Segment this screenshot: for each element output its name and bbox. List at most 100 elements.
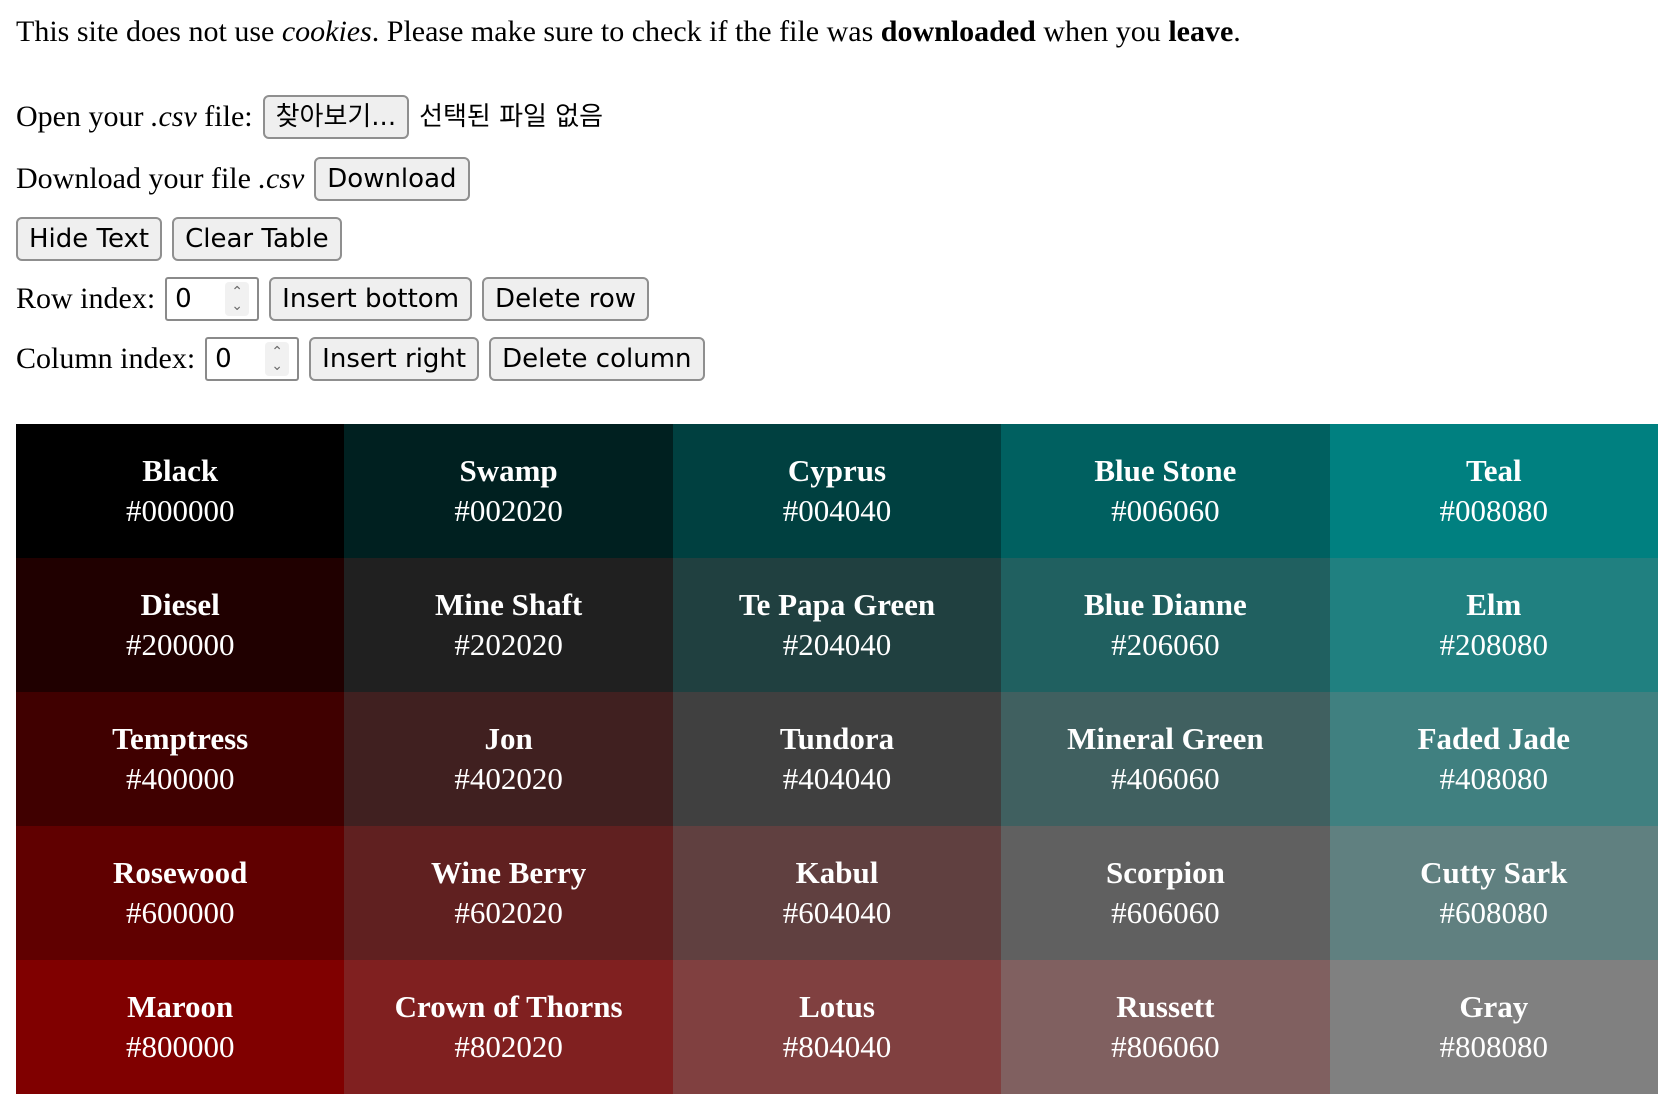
table-cell[interactable]: Rosewood #600000 (16, 826, 345, 960)
table-cell[interactable]: Kabul #604040 (672, 826, 1002, 960)
color-name: Tundora (779, 721, 895, 756)
color-hex: #204040 (782, 627, 892, 662)
column-index-label: Column index: (16, 342, 196, 375)
table-cell[interactable]: Lotus #804040 (672, 960, 1002, 1094)
chevron-up-icon[interactable]: ⌃ (271, 345, 283, 359)
color-name: Elm (1466, 587, 1522, 622)
column-index-stepper[interactable]: ⌃ ⌄ (265, 342, 290, 376)
delete-row-button[interactable]: Delete row (482, 277, 650, 321)
table-cell[interactable]: Mine Shaft #202020 (344, 558, 673, 692)
browse-file-button[interactable]: 찾아보기... (262, 95, 410, 139)
color-name: Cutty Sark (1420, 855, 1568, 890)
open-file-label: Open your .csv file: (16, 100, 253, 133)
row-index-row: Row index: 0 ⌃ ⌄ Insert bottom Delete row (16, 276, 1658, 322)
color-name: Jon (484, 721, 533, 756)
color-hex: #206060 (1111, 627, 1220, 662)
color-hex: #404040 (782, 761, 892, 796)
notice-text: . (1233, 15, 1241, 48)
color-hex: #806060 (1111, 1029, 1220, 1064)
color-hex: #800000 (125, 1029, 235, 1064)
delete-column-button[interactable]: Delete column (489, 337, 705, 381)
file-status: 선택된 파일 없음 (419, 102, 604, 132)
table-cell[interactable]: Diesel #200000 (16, 558, 345, 692)
download-button[interactable]: Download (314, 157, 470, 201)
column-index-value: 0 (215, 344, 232, 374)
table-cell[interactable]: Black #000000 (16, 424, 345, 558)
table-cell[interactable]: Russett #806060 (1001, 960, 1330, 1094)
table-cell[interactable]: Swamp #002020 (344, 424, 673, 558)
color-hex: #608080 (1439, 895, 1549, 930)
color-table: Black #000000 Swamp #002020 Cyprus #004040 Blu… (16, 424, 1658, 1094)
table-cell[interactable]: Wine Berry #602020 (344, 826, 673, 960)
color-hex: #408080 (1439, 761, 1549, 796)
color-name: Temptress (112, 721, 249, 756)
color-name: Wine Berry (430, 855, 587, 890)
color-name: Mineral Green (1067, 721, 1264, 756)
cookie-notice: This site does not use cookies. Please m… (16, 15, 1658, 49)
table-cell[interactable]: Gray #808080 (1329, 960, 1658, 1094)
notice-leave: leave (1168, 15, 1234, 48)
color-hex: #400000 (125, 761, 235, 796)
notice-cookies: cookies (281, 15, 372, 48)
color-hex: #604040 (782, 895, 892, 930)
chevron-down-icon[interactable]: ⌄ (271, 359, 283, 373)
table-cell[interactable]: Scorpion #606060 (1001, 826, 1330, 960)
row-index-value: 0 (175, 284, 192, 314)
notice-text: when you (1035, 15, 1169, 48)
color-name: Scorpion (1105, 855, 1225, 890)
color-hex: #808080 (1439, 1029, 1549, 1064)
table-cell[interactable]: Teal #008080 (1329, 424, 1658, 558)
color-name: Mine Shaft (434, 587, 583, 622)
color-hex: #006060 (1111, 493, 1220, 528)
color-name: Diesel (140, 587, 220, 622)
table-cell[interactable]: Cyprus #004040 (672, 424, 1002, 558)
color-name: Russett (1116, 989, 1215, 1024)
table-cell[interactable]: Te Papa Green #204040 (672, 558, 1002, 692)
table-cell[interactable]: Maroon #800000 (16, 960, 345, 1094)
column-index-row: Column index: 0 ⌃ ⌄ Insert right Delete c… (16, 336, 1658, 382)
color-name: Maroon (127, 989, 234, 1024)
column-index-input[interactable]: 0 ⌃ ⌄ (205, 337, 300, 381)
color-name: Lotus (799, 989, 875, 1024)
table-cell[interactable]: Cutty Sark #608080 (1329, 826, 1658, 960)
color-name: Blue Stone (1094, 453, 1237, 488)
color-hex: #402020 (454, 761, 563, 796)
table-cell[interactable]: Blue Dianne #206060 (1001, 558, 1330, 692)
color-name: Cyprus (787, 453, 887, 488)
color-hex: #000000 (125, 493, 235, 528)
row-index-stepper[interactable]: ⌃ ⌄ (225, 282, 250, 316)
hide-text-button[interactable]: Hide Text (16, 217, 163, 261)
table-cell[interactable]: Jon #402020 (344, 692, 673, 826)
clear-table-button[interactable]: Clear Table (172, 217, 342, 261)
table-cell[interactable]: Blue Stone #006060 (1001, 424, 1330, 558)
color-name: Rosewood (113, 855, 248, 890)
color-hex: #002020 (454, 493, 563, 528)
insert-right-button[interactable]: Insert right (309, 337, 480, 381)
table-cell[interactable]: Tundora #404040 (672, 692, 1002, 826)
color-name: Te Papa Green (738, 587, 936, 622)
notice-text: . Please make sure to check if the file … (371, 15, 881, 48)
color-hex: #008080 (1439, 493, 1549, 528)
table-cell[interactable]: Crown of Thorns #802020 (344, 960, 673, 1094)
color-hex: #200000 (125, 627, 235, 662)
color-name: Swamp (459, 453, 558, 488)
color-hex: #004040 (782, 493, 892, 528)
color-hex: #606060 (1111, 895, 1220, 930)
color-hex: #600000 (125, 895, 235, 930)
color-name: Black (142, 453, 219, 488)
color-hex: #406060 (1111, 761, 1220, 796)
table-cell[interactable]: Mineral Green #406060 (1001, 692, 1330, 826)
chevron-up-icon[interactable]: ⌃ (231, 285, 243, 299)
table-cell[interactable]: Faded Jade #408080 (1329, 692, 1658, 826)
chevron-down-icon[interactable]: ⌄ (231, 299, 243, 313)
insert-bottom-button[interactable]: Insert bottom (269, 277, 473, 321)
color-hex: #804040 (782, 1029, 892, 1064)
color-name: Gray (1459, 989, 1529, 1024)
notice-downloaded: downloaded (880, 15, 1036, 48)
row-index-input[interactable]: 0 ⌃ ⌄ (165, 277, 260, 321)
table-cell[interactable]: Elm #208080 (1329, 558, 1658, 692)
table-cell[interactable]: Temptress #400000 (16, 692, 345, 826)
color-hex: #208080 (1439, 627, 1549, 662)
color-name: Teal (1465, 453, 1522, 488)
color-hex: #602020 (454, 895, 563, 930)
